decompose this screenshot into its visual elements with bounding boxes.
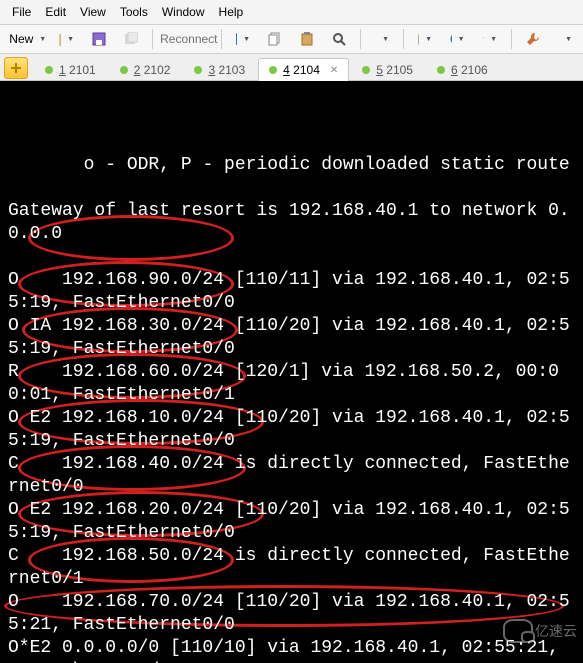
separator	[360, 29, 361, 49]
tab-label: 5 2105	[376, 63, 413, 77]
globe-icon	[450, 32, 452, 46]
print-button[interactable]: ▼	[368, 26, 396, 52]
status-dot-icon	[362, 66, 370, 74]
session-tab-2106[interactable]: 6 2106	[426, 58, 499, 81]
reconnect-button[interactable]: Reconnect	[160, 26, 214, 52]
find-button[interactable]	[325, 26, 353, 52]
menu-help[interactable]: Help	[213, 3, 250, 21]
new-button-label: New	[9, 32, 33, 46]
save-all-icon	[124, 32, 138, 46]
printer-icon	[375, 32, 377, 46]
star-icon	[483, 32, 485, 46]
gear-icon	[558, 32, 560, 46]
tab-label: 2 2102	[134, 63, 171, 77]
properties-button[interactable]: ▼	[411, 26, 439, 52]
properties-icon	[418, 32, 420, 46]
chevron-down-icon: ▼	[425, 36, 432, 43]
tools-button[interactable]	[519, 26, 547, 52]
separator	[403, 29, 404, 49]
tab-label: 3 2103	[208, 63, 245, 77]
session-tab-2102[interactable]: 2 2102	[109, 58, 182, 81]
terminal-settings-button[interactable]: ▼	[229, 26, 257, 52]
session-tab-2103[interactable]: 3 2103	[183, 58, 256, 81]
close-tab-icon[interactable]: ✕	[330, 65, 338, 76]
new-button[interactable]: New ▼	[4, 26, 48, 52]
terminal-output[interactable]: o - ODR, P - periodic downloaded static …	[0, 81, 583, 663]
status-dot-icon	[120, 66, 128, 74]
reconnect-label: Reconnect	[160, 32, 217, 46]
status-dot-icon	[45, 66, 53, 74]
chevron-down-icon: ▼	[382, 36, 389, 43]
tab-label: 6 2106	[451, 63, 488, 77]
menu-edit[interactable]: Edit	[39, 3, 72, 21]
search-icon	[332, 32, 346, 46]
tabbar: 1 2101 2 2102 3 2103 4 2104 ✕ 5 2105 6 2106	[0, 54, 583, 81]
favorites-button[interactable]: ▼	[476, 26, 504, 52]
menu-view[interactable]: View	[74, 3, 112, 21]
wrench-icon	[526, 32, 540, 46]
plus-icon	[11, 63, 21, 73]
options-button[interactable]: ▼	[551, 26, 579, 52]
chevron-down-icon: ▼	[243, 36, 250, 43]
separator	[511, 29, 512, 49]
status-dot-icon	[437, 66, 445, 74]
menu-file[interactable]: File	[6, 3, 37, 21]
watermark-logo-icon	[503, 619, 533, 643]
chevron-down-icon: ▼	[458, 36, 465, 43]
copy-icon	[268, 32, 282, 46]
separator	[221, 29, 222, 49]
separator	[152, 29, 153, 49]
new-tab-button[interactable]	[4, 57, 28, 79]
menu-tools[interactable]: Tools	[114, 3, 154, 21]
chevron-down-icon: ▼	[67, 36, 74, 43]
chevron-down-icon: ▼	[39, 36, 46, 43]
network-button[interactable]: ▼	[443, 26, 471, 52]
menubar: File Edit View Tools Window Help	[0, 0, 583, 25]
chevron-down-icon: ▼	[490, 36, 497, 43]
chevron-down-icon: ▼	[565, 36, 572, 43]
status-dot-icon	[269, 66, 277, 74]
toolbar: New ▼ ▼ Reconnect ▼ ▼ ▼ ▼	[0, 25, 583, 54]
save-button[interactable]	[85, 26, 113, 52]
folder-open-icon	[59, 32, 62, 46]
copy-button[interactable]	[261, 26, 289, 52]
open-button[interactable]: ▼	[52, 26, 82, 52]
paste-button[interactable]	[293, 26, 321, 52]
watermark: 亿速云	[503, 619, 577, 643]
terminal-lines: o - ODR, P - periodic downloaded static …	[8, 154, 575, 663]
watermark-text: 亿速云	[535, 620, 577, 643]
menu-window[interactable]: Window	[156, 3, 211, 21]
tab-label: 4 2104	[283, 63, 320, 77]
tab-label: 1 2101	[59, 63, 96, 77]
session-tab-2104[interactable]: 4 2104 ✕	[258, 58, 349, 81]
save-icon	[92, 32, 106, 46]
save-all-button[interactable]	[117, 26, 145, 52]
status-dot-icon	[194, 66, 202, 74]
paste-icon	[301, 32, 313, 46]
session-tab-2105[interactable]: 5 2105	[351, 58, 424, 81]
terminal-icon	[236, 33, 238, 45]
session-tab-2101[interactable]: 1 2101	[34, 58, 107, 81]
